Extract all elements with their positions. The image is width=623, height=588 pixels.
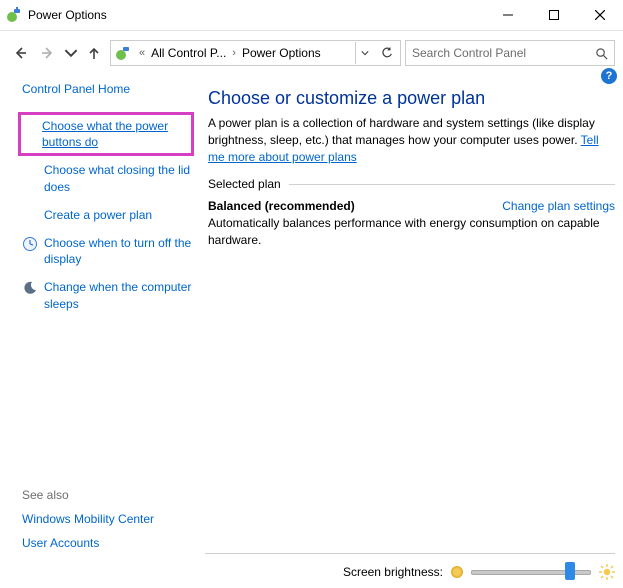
title-bar: Power Options <box>0 0 623 31</box>
sidebar-item-label: Choose what the power buttons do <box>42 118 186 150</box>
page-heading: Choose or customize a power plan <box>208 88 615 109</box>
divider <box>289 184 615 185</box>
selected-plan-label: Selected plan <box>208 177 281 191</box>
brightness-bar: Screen brightness: <box>205 553 615 580</box>
window-title: Power Options <box>28 8 107 22</box>
page-description: A power plan is a collection of hardware… <box>208 115 615 165</box>
power-options-icon <box>115 45 131 61</box>
back-button[interactable] <box>8 41 32 65</box>
sidebar-item-closing-lid[interactable]: Choose what closing the lid does <box>22 162 192 194</box>
search-input[interactable] <box>410 45 592 61</box>
brightness-slider-thumb[interactable] <box>565 562 575 580</box>
moon-icon <box>22 280 38 296</box>
chevron-left-icon: « <box>135 47 149 59</box>
nav-bar: « All Control P... › Power Options <box>0 31 623 75</box>
sidebar-item-label: Choose when to turn off the display <box>44 235 192 267</box>
brightness-label: Screen brightness: <box>343 565 443 579</box>
power-options-icon <box>6 7 22 23</box>
close-button[interactable] <box>577 0 623 30</box>
search-box[interactable] <box>405 40 615 66</box>
main-content: Choose or customize a power plan A power… <box>200 70 623 588</box>
up-button[interactable] <box>82 41 106 65</box>
control-panel-home-link[interactable]: Control Panel Home <box>22 82 192 96</box>
sidebar-item-label: Create a power plan <box>44 207 152 223</box>
sidebar-item-label: Change when the computer sleeps <box>44 279 192 311</box>
sun-dim-icon <box>451 566 463 578</box>
sidebar: Control Panel Home Choose what the power… <box>0 70 200 588</box>
breadcrumb-segment-root[interactable]: All Control P... <box>151 46 226 60</box>
sidebar-item-label: Choose what closing the lid does <box>44 162 192 194</box>
recent-locations-button[interactable] <box>64 41 78 65</box>
forward-button[interactable] <box>36 41 60 65</box>
search-icon[interactable] <box>592 44 610 62</box>
see-also-user-accounts[interactable]: User Accounts <box>22 536 192 550</box>
maximize-button[interactable] <box>531 0 577 30</box>
chevron-right-icon: › <box>228 47 240 59</box>
sun-bright-icon <box>599 564 615 580</box>
plan-description: Automatically balances performance with … <box>208 215 615 249</box>
clock-icon <box>22 236 38 252</box>
plan-name: Balanced (recommended) <box>208 199 355 213</box>
breadcrumb-dropdown[interactable] <box>355 42 374 64</box>
sidebar-item-sleep[interactable]: Change when the computer sleeps <box>22 279 192 311</box>
sidebar-item-display-off[interactable]: Choose when to turn off the display <box>22 235 192 267</box>
refresh-button[interactable] <box>376 42 398 64</box>
breadcrumb[interactable]: « All Control P... › Power Options <box>110 40 401 66</box>
sidebar-item-create-plan[interactable]: Create a power plan <box>22 207 192 223</box>
see-also-heading: See also <box>22 488 192 502</box>
brightness-slider[interactable] <box>471 564 591 580</box>
sidebar-item-power-buttons[interactable]: Choose what the power buttons do <box>20 114 192 154</box>
see-also-mobility-center[interactable]: Windows Mobility Center <box>22 512 192 526</box>
description-text: A power plan is a collection of hardware… <box>208 116 595 147</box>
change-plan-settings-link[interactable]: Change plan settings <box>502 199 615 213</box>
minimize-button[interactable] <box>485 0 531 30</box>
breadcrumb-segment-page[interactable]: Power Options <box>242 46 321 60</box>
